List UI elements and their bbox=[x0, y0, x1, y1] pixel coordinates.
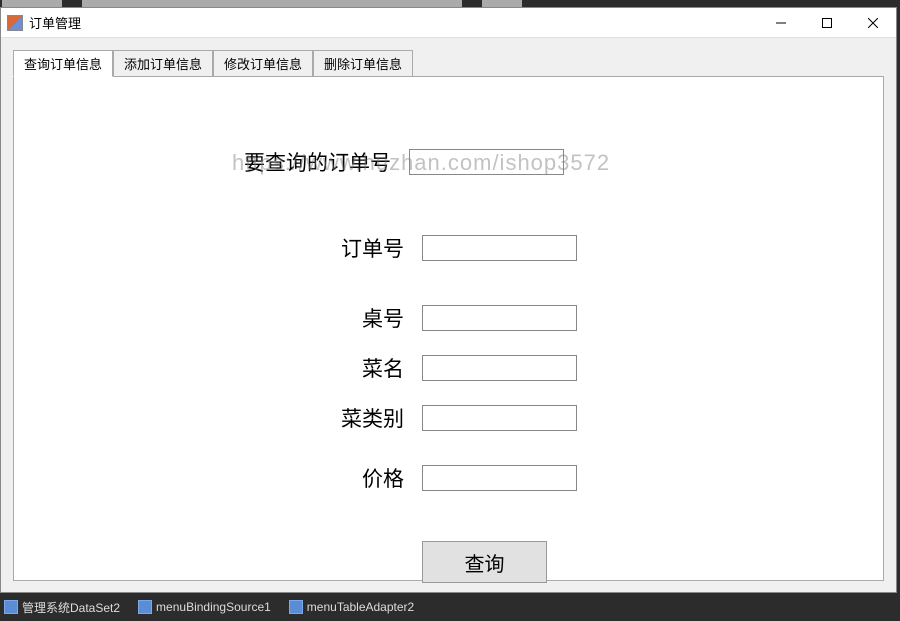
order-management-window: 订单管理 查询订单信息 添加订单信息 修改订单信息 删除订单信息 https:/… bbox=[0, 7, 897, 593]
window-content: 查询订单信息 添加订单信息 修改订单信息 删除订单信息 https://www.… bbox=[1, 38, 896, 592]
label-order-no: 订单号 bbox=[14, 233, 422, 263]
tab-strip: 查询订单信息 添加订单信息 修改订单信息 删除订单信息 bbox=[13, 50, 884, 76]
row-dish-name: 菜名 bbox=[14, 353, 883, 383]
button-row: 查询 bbox=[14, 541, 883, 583]
editor-top-bar bbox=[0, 0, 900, 7]
window-controls bbox=[758, 8, 896, 37]
label-dish-name: 菜名 bbox=[14, 353, 422, 383]
row-dish-category: 菜类别 bbox=[14, 403, 883, 433]
close-button[interactable] bbox=[850, 8, 896, 37]
minimize-button[interactable] bbox=[758, 8, 804, 37]
row-order-no: 订单号 bbox=[14, 233, 883, 263]
tab-query-order[interactable]: 查询订单信息 bbox=[13, 50, 113, 77]
tray-label-bindingsource: menuBindingSource1 bbox=[156, 600, 271, 614]
label-table-no: 桌号 bbox=[14, 303, 422, 333]
query-button[interactable]: 查询 bbox=[422, 541, 547, 583]
tab-add-order[interactable]: 添加订单信息 bbox=[113, 50, 213, 76]
label-query-order-no: 要查询的订单号 bbox=[14, 147, 409, 177]
tray-label-dataset: 管理系统DataSet2 bbox=[22, 599, 120, 616]
maximize-button[interactable] bbox=[804, 8, 850, 37]
component-tray: 管理系统DataSet2 menuBindingSource1 menuTabl… bbox=[0, 593, 900, 621]
input-dish-category[interactable] bbox=[422, 405, 577, 431]
row-query-order-no: 要查询的订单号 bbox=[14, 147, 883, 177]
tray-label-tableadapter: menuTableAdapter2 bbox=[307, 600, 414, 614]
window-titlebar: 订单管理 bbox=[1, 8, 896, 38]
tab-modify-order[interactable]: 修改订单信息 bbox=[213, 50, 313, 76]
window-title: 订单管理 bbox=[29, 13, 758, 32]
tray-item-tableadapter[interactable]: menuTableAdapter2 bbox=[289, 600, 414, 614]
input-table-no[interactable] bbox=[422, 305, 577, 331]
input-dish-name[interactable] bbox=[422, 355, 577, 381]
input-order-no[interactable] bbox=[422, 235, 577, 261]
tray-item-bindingsource[interactable]: menuBindingSource1 bbox=[138, 600, 271, 614]
row-price: 价格 bbox=[14, 463, 883, 493]
query-form: 要查询的订单号 订单号 桌号 菜名 bbox=[14, 77, 883, 583]
dataset-icon bbox=[4, 600, 18, 614]
window-icon bbox=[7, 15, 23, 31]
bindingsource-icon bbox=[138, 600, 152, 614]
label-dish-category: 菜类别 bbox=[14, 403, 422, 433]
tab-delete-order[interactable]: 删除订单信息 bbox=[313, 50, 413, 76]
input-query-order-no[interactable] bbox=[409, 149, 564, 175]
tray-item-dataset[interactable]: 管理系统DataSet2 bbox=[4, 599, 120, 616]
tableadapter-icon bbox=[289, 600, 303, 614]
row-table-no: 桌号 bbox=[14, 303, 883, 333]
input-price[interactable] bbox=[422, 465, 577, 491]
tab-panel-query: https://www.huzhan.com/ishop3572 要查询的订单号… bbox=[13, 76, 884, 581]
label-price: 价格 bbox=[14, 463, 422, 493]
tab-control: 查询订单信息 添加订单信息 修改订单信息 删除订单信息 https://www.… bbox=[13, 50, 884, 580]
